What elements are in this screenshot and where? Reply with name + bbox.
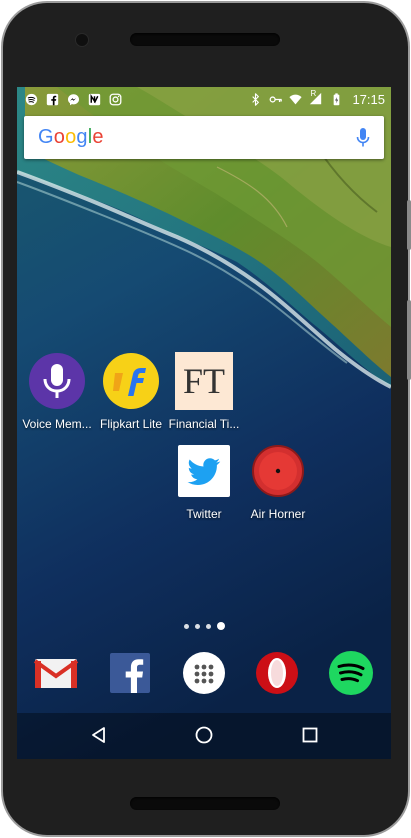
air-horner-icon (249, 442, 307, 500)
google-letter: G (38, 126, 54, 148)
roaming-indicator: R (310, 89, 317, 98)
wifi-icon (289, 94, 303, 104)
google-letter: o (65, 126, 77, 148)
status-clock: 17:15 (352, 91, 385, 107)
gmail-icon[interactable] (33, 650, 79, 696)
front-camera (76, 34, 88, 46)
app-label: Flipkart Lite (99, 417, 163, 431)
app-twitter[interactable]: Twitter (166, 442, 242, 521)
google-letter: g (76, 126, 88, 148)
page-dot (206, 623, 211, 629)
google-letter: e (92, 126, 104, 148)
twitter-icon (175, 442, 233, 500)
screen: R 17:15 Google Voice Mem... Flipkart Lit… (17, 87, 391, 759)
financial-times-icon: FT (175, 352, 233, 410)
messenger-notification-icon (67, 93, 80, 105)
opera-icon[interactable] (254, 650, 300, 696)
google-logo: Google (38, 126, 104, 149)
page-dot-active (217, 622, 225, 630)
instagram-notification-icon (109, 93, 122, 105)
ft-glyph: FT (182, 361, 225, 401)
app-label: Voice Mem... (22, 417, 92, 431)
flipkart-icon (102, 352, 160, 410)
app-label: Twitter (186, 507, 222, 521)
battery-icon (334, 92, 340, 105)
notification-icons (25, 91, 122, 107)
page-indicator (184, 622, 225, 630)
app-air-horner[interactable]: Air Horner (240, 442, 316, 521)
home-icon[interactable] (194, 725, 214, 745)
google-letter: o (53, 126, 66, 148)
phone-device: R 17:15 Google Voice Mem... Flipkart Lit… (0, 0, 411, 838)
spotify-notification-icon (25, 93, 38, 105)
earpiece-speaker (130, 33, 280, 46)
app-voice-memos[interactable]: Voice Mem... (19, 352, 95, 431)
facebook-notification-icon (46, 93, 59, 105)
bluetooth-icon (252, 92, 260, 106)
app-financial-times[interactable]: FT Financial Ti... (166, 352, 242, 431)
dock (17, 647, 391, 697)
volume-button (407, 300, 411, 380)
spotify-icon[interactable] (328, 650, 374, 696)
page-dot (184, 623, 189, 629)
google-search-bar[interactable]: Google (24, 116, 384, 159)
status-bar: R 17:15 (17, 87, 391, 111)
signal-icon: R (309, 89, 323, 106)
navigation-bar (17, 713, 391, 759)
page-dot (195, 623, 200, 629)
vpn-key-icon (270, 95, 283, 103)
app-label: Air Horner (250, 507, 306, 521)
facebook-icon[interactable] (107, 650, 153, 696)
back-icon[interactable] (89, 725, 109, 745)
nova-notification-icon (88, 93, 101, 105)
bottom-speaker (130, 797, 280, 810)
system-icons: R 17:15 (249, 89, 385, 107)
microphone-icon[interactable] (356, 127, 370, 149)
google-wordmark: Google (38, 126, 104, 148)
power-button (407, 200, 411, 250)
app-label: Financial Ti... (168, 417, 240, 431)
recents-icon[interactable] (300, 725, 320, 745)
voice-memos-icon (28, 352, 86, 410)
app-flipkart-lite[interactable]: Flipkart Lite (93, 352, 169, 431)
app-drawer-icon[interactable] (181, 650, 227, 696)
